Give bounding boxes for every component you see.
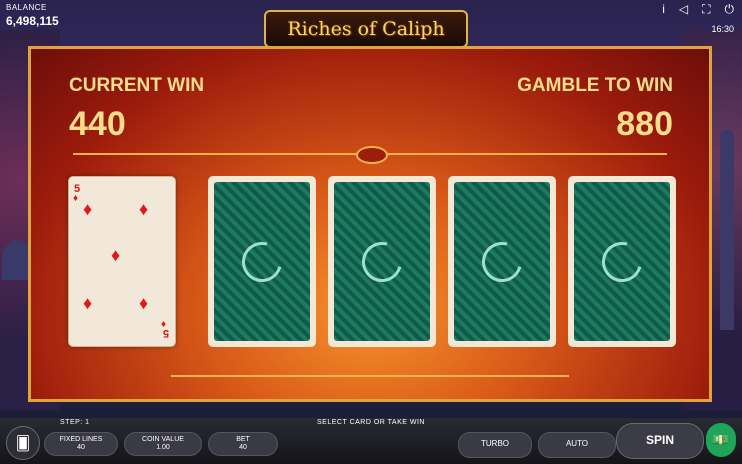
crescent-icon: [234, 234, 290, 289]
crescent-icon: [474, 234, 530, 289]
background-minaret: [720, 130, 734, 330]
gamble-panel: CURRENT WIN 440 GAMBLE TO WIN 880 5 ♦ ♦ …: [28, 46, 712, 402]
gamble-cards-icon[interactable]: 🂠: [6, 426, 40, 460]
spin-button[interactable]: SPIN: [616, 423, 704, 459]
card-back-pattern: [334, 182, 430, 341]
top-icons: i ◁ ⛶ ⏻: [662, 2, 734, 17]
face-down-card-1[interactable]: [208, 176, 316, 347]
ornament-divider-bottom: [171, 375, 569, 377]
power-icon[interactable]: ⏻: [725, 2, 735, 17]
card-back-pattern: [214, 182, 310, 341]
face-down-card-3[interactable]: [448, 176, 556, 347]
card-rank-bottom: 5: [163, 327, 170, 339]
fixed-lines-value: 40: [77, 444, 85, 451]
diamond-icon: ♦: [73, 193, 79, 204]
coin-value-label: COIN VALUE: [142, 436, 184, 443]
dealer-card: 5 ♦ ♦ ♦ ♦ ♦ ♦ ♦ 5: [68, 176, 176, 347]
game-logo: Riches of Caliph: [264, 10, 468, 48]
coin-value-value: 1.00: [156, 444, 170, 451]
bet-value: 40: [239, 444, 247, 451]
clock: 16:30: [711, 24, 734, 34]
sound-icon[interactable]: ◁: [679, 2, 688, 17]
fullscreen-icon[interactable]: ⛶: [702, 2, 710, 17]
gamble-to-win-value: 880: [616, 105, 673, 143]
card-back-pattern: [574, 182, 670, 341]
face-down-card-4[interactable]: [568, 176, 676, 347]
bet-selector[interactable]: BET 40: [208, 432, 278, 456]
bet-label: BET: [236, 436, 250, 443]
crescent-icon: [354, 234, 410, 289]
crescent-icon: [594, 234, 650, 289]
auto-button[interactable]: AUTO: [538, 432, 616, 458]
diamond-icon: ♦: [139, 199, 149, 219]
fixed-lines-label: FIXED LINES: [59, 436, 103, 443]
diamond-icon: ♦: [83, 199, 93, 219]
face-down-card-2[interactable]: [328, 176, 436, 347]
turbo-button[interactable]: TURBO: [458, 432, 532, 458]
diamond-icon: ♦: [111, 245, 121, 265]
gamble-to-win-label: GAMBLE TO WIN: [517, 75, 673, 96]
balance-label: BALANCE: [6, 3, 47, 12]
collect-money-icon[interactable]: 💵: [706, 423, 736, 457]
info-icon[interactable]: i: [662, 2, 665, 17]
current-win-label: CURRENT WIN: [69, 75, 205, 96]
card-back-pattern: [454, 182, 550, 341]
current-win-value: 440: [69, 105, 126, 143]
logo-text: Riches of Caliph: [287, 18, 445, 40]
fixed-lines-display: FIXED LINES 40: [44, 432, 118, 456]
balance-value: 6,498,115: [6, 14, 59, 28]
coin-value-selector[interactable]: COIN VALUE 1.00: [124, 432, 202, 456]
diamond-icon: ♦: [139, 293, 149, 313]
balance-display: BALANCE 6,498,115: [6, 3, 59, 28]
diamond-icon: ♦: [83, 293, 93, 313]
ornament-center: [356, 146, 388, 164]
